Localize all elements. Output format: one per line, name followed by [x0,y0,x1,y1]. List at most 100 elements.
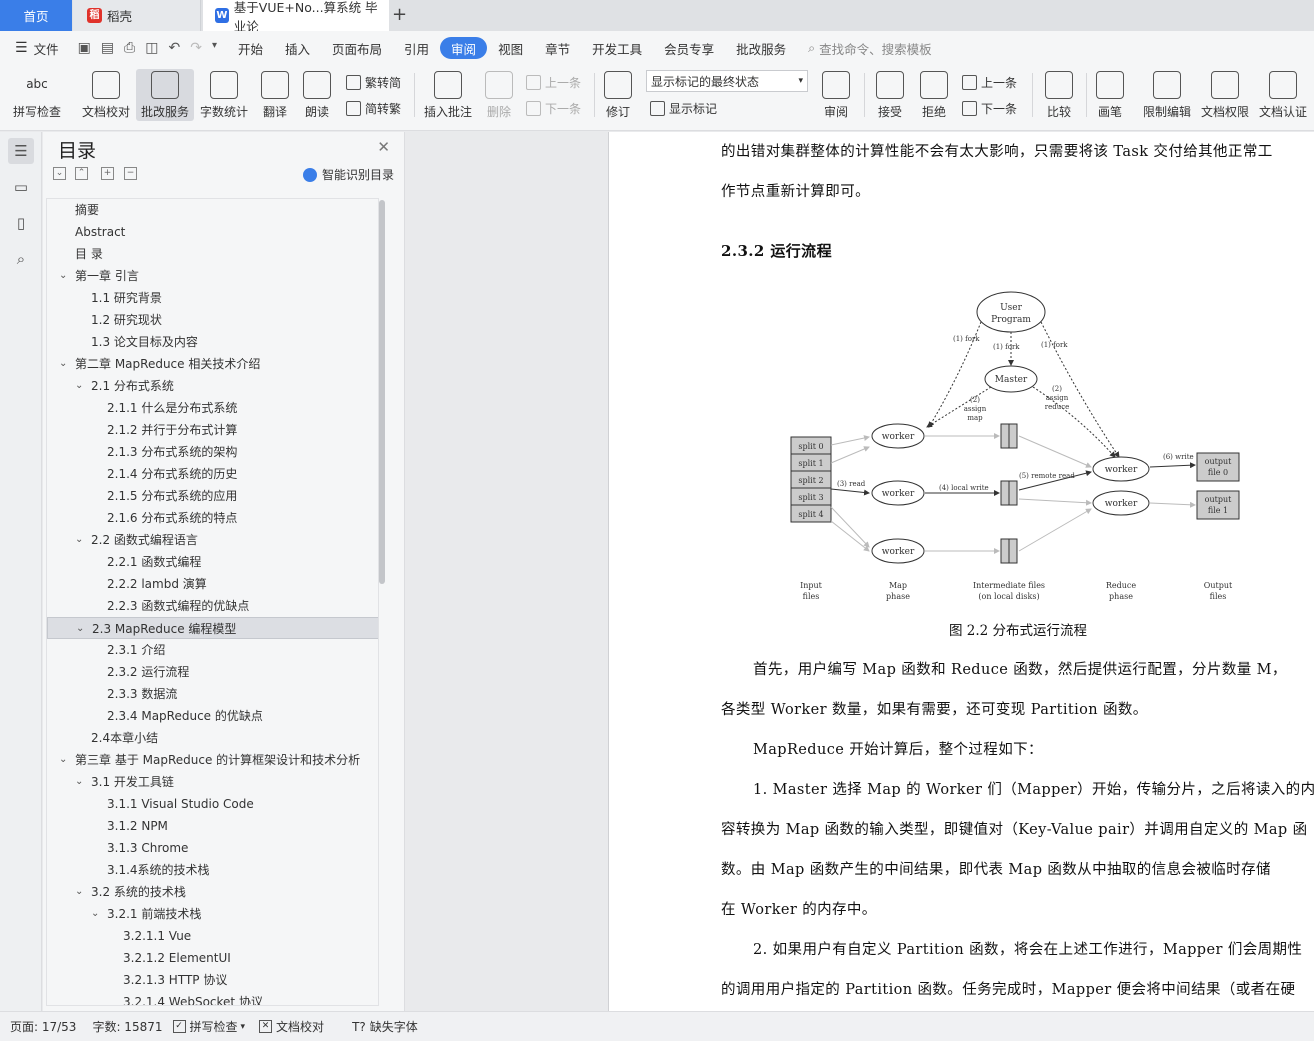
save-icon[interactable]: ▣ [78,40,91,56]
menu-references[interactable]: 引用 [393,37,440,59]
menu-developer[interactable]: 开发工具 [581,37,653,59]
menu-member[interactable]: 会员专享 [653,37,725,59]
add-heading-icon[interactable]: + [101,167,114,180]
export-icon[interactable]: ▤ [101,40,114,56]
chevron-down-icon[interactable]: ⌄ [75,771,83,793]
toc-item[interactable]: 3.2.1.4 WebSocket 协议 [47,991,378,1005]
document-permission-button[interactable]: 文档权限 [1198,69,1252,121]
toc-item[interactable]: 2.2.2 lambd 演算 [47,573,378,595]
customize-icon[interactable]: ▾ [212,40,217,56]
toc-item[interactable]: 目 录 [47,243,378,265]
toc-item[interactable]: 2.1.3 分布式系统的架构 [47,441,378,463]
chevron-down-icon[interactable]: ⌄ [59,749,67,771]
toc-item[interactable]: 2.3.2 运行流程 [47,661,378,683]
toc-item[interactable]: 1.3 论文目标及内容 [47,331,378,353]
chevron-down-icon[interactable]: ⌄ [75,529,83,551]
toc-item[interactable]: ⌄ 3.2.1 前端技术栈 [47,903,378,925]
simplified-to-traditional-button[interactable]: 简转繁 [346,97,401,119]
restrict-editing-button[interactable]: 限制编辑 [1140,69,1194,121]
menu-review-service[interactable]: 批改服务 [725,37,797,59]
toc-item[interactable]: ⌄ 2.2 函数式编程语言 [47,529,378,551]
toc-panel-icon[interactable]: ☰ [8,138,34,164]
toc-item[interactable]: 1.2 研究现状 [47,309,378,331]
toc-item[interactable]: ⌄ 3.1 开发工具链 [47,771,378,793]
print-icon[interactable]: ⎙ [124,40,135,56]
find-icon[interactable]: ⌕ [8,246,34,272]
collapse-all-icon[interactable]: ⌃ [75,167,88,180]
close-icon[interactable]: ✕ [377,138,390,156]
remove-heading-icon[interactable]: − [124,167,137,180]
toc-item[interactable]: 2.1.4 分布式系统的历史 [47,463,378,485]
markup-state-select[interactable]: 显示标记的最终状态 ▾ [646,70,808,92]
word-count-indicator[interactable]: 字数: 15871 [92,1018,162,1035]
expand-all-icon[interactable]: ⌄ [53,167,66,180]
doc-proofread-button[interactable]: 文档校对 [80,69,132,121]
next-comment-button[interactable]: 下一条 [526,97,581,119]
smart-toc-button[interactable]: 智能识别目录 [302,166,394,183]
toc-item[interactable]: ⌄ 2.3 MapReduce 编程模型 [47,617,378,640]
tab-home[interactable]: 首页 [0,0,72,31]
toc-item[interactable]: 2.1.1 什么是分布式系统 [47,397,378,419]
prev-comment-button[interactable]: 上一条 [526,71,581,93]
chevron-down-icon[interactable]: ⌄ [91,903,99,925]
menu-start[interactable]: 开始 [227,37,274,59]
toc-item[interactable]: 3.2.1.1 Vue [47,925,378,947]
page-indicator[interactable]: 页面: 17/53 [10,1018,76,1035]
doc-proofread-status[interactable]: ✕ 文档校对 [259,1018,324,1035]
toc-item[interactable]: 2.3.1 介绍 [47,639,378,661]
menu-review[interactable]: 审阅 [440,37,488,59]
menu-chapter[interactable]: 章节 [534,37,581,59]
spell-check-toggle[interactable]: ✓ 拼写检查 ▾ [172,1018,245,1035]
toc-item[interactable]: 3.1.3 Chrome [47,837,378,859]
document-certify-button[interactable]: 文档认证 [1256,69,1310,121]
new-tab-icon[interactable]: + [392,4,407,25]
track-changes-button[interactable]: 修订 [600,69,636,121]
compare-button[interactable]: 比较 [1040,69,1078,121]
toc-item[interactable]: 2.2.3 函数式编程的优缺点 [47,595,378,617]
toc-item[interactable]: 2.3.3 数据流 [47,683,378,705]
undo-icon[interactable]: ↶ [168,40,180,56]
toc-item[interactable]: 2.1.5 分布式系统的应用 [47,485,378,507]
pen-button[interactable]: 画笔 [1094,69,1126,121]
next-change-button[interactable]: 下一条 [962,97,1017,119]
tab-document[interactable]: W 基于VUE+No...算系统 毕业论 [203,0,389,34]
toc-item[interactable]: 3.2.1.3 HTTP 协议 [47,969,378,991]
navigation-icon[interactable]: ▭ [8,174,34,200]
insert-comment-button[interactable]: 插入批注 [422,69,474,121]
delete-comment-button[interactable]: 删除 [480,69,518,121]
toc-item[interactable]: 3.1.4系统的技术栈 [47,859,378,881]
word-count-button[interactable]: 字数统计 [198,69,250,121]
redo-icon[interactable]: ↷ [190,40,202,56]
toc-item[interactable]: ⌄ 第一章 引言 [47,265,378,287]
chevron-down-icon[interactable]: ⌄ [75,881,83,903]
prev-change-button[interactable]: 上一条 [962,71,1017,93]
toc-item[interactable]: ⌄ 第三章 基于 MapReduce 的计算框架设计和技术分析 [47,749,378,771]
toc-item[interactable]: 2.4本章小结 [47,727,378,749]
print-preview-icon[interactable]: ◫ [145,40,158,56]
toc-item[interactable]: ⌄ 2.1 分布式系统 [47,375,378,397]
chevron-down-icon[interactable]: ⌄ [76,618,84,640]
toc-item[interactable]: ⌄ 第二章 MapReduce 相关技术介绍 [47,353,378,375]
review-pane-button[interactable]: 审阅 [816,69,856,121]
toc-item[interactable]: 2.1.2 并行于分布式计算 [47,419,378,441]
toc-item[interactable]: Abstract [47,221,378,243]
reject-button[interactable]: 拒绝 [916,69,952,121]
toc-item[interactable]: 2.2.1 函数式编程 [47,551,378,573]
command-search[interactable]: ⌕ 查找命令、搜索模板 [797,37,943,59]
spell-check-button[interactable]: abc 拼写检查 [12,69,62,121]
toc-item[interactable]: 摘要 [47,199,378,221]
chevron-down-icon[interactable]: ⌄ [75,375,83,397]
show-markup-button[interactable]: 显示标记 [650,97,717,119]
accept-button[interactable]: 接受 [872,69,908,121]
toc-item[interactable]: 2.1.6 分布式系统的特点 [47,507,378,529]
toc-item[interactable]: 3.1.1 Visual Studio Code [47,793,378,815]
menu-layout[interactable]: 页面布局 [321,37,393,59]
file-menu[interactable]: ☰ 文件 [4,37,70,59]
missing-font-status[interactable]: T? 缺失字体 [352,1018,418,1035]
toc-scrollbar[interactable] [379,200,385,584]
chevron-down-icon[interactable]: ⌄ [59,353,67,375]
toc-item[interactable]: 3.1.2 NPM [47,815,378,837]
traditional-to-simplified-button[interactable]: 繁转简 [346,71,401,93]
chevron-down-icon[interactable]: ⌄ [59,265,67,287]
toc-item[interactable]: 2.3.4 MapReduce 的优缺点 [47,705,378,727]
